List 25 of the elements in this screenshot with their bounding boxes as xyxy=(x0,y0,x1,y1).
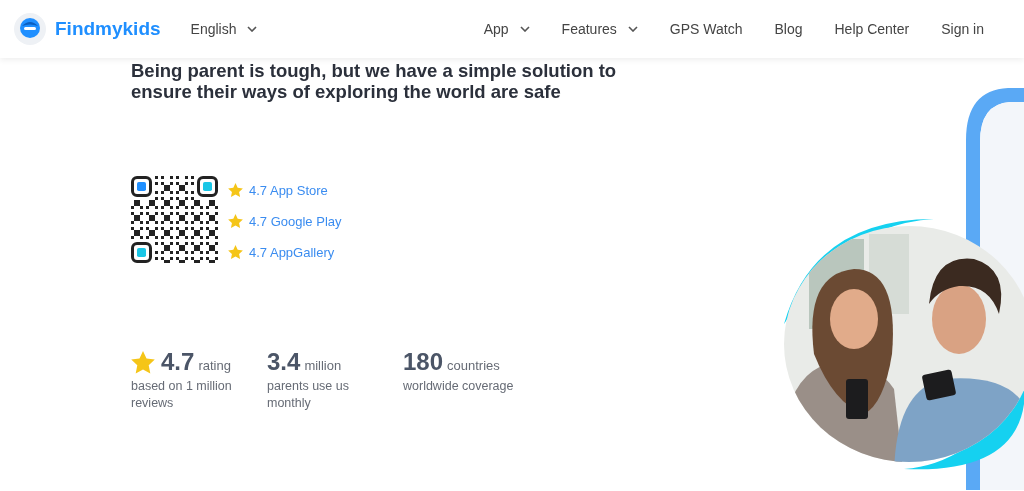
language-selector[interactable]: English xyxy=(188,17,259,41)
store-rating-link[interactable]: 4.7 App Store xyxy=(249,181,328,200)
nav-menu[interactable]: App xyxy=(483,21,530,37)
nav-link[interactable]: Help Center xyxy=(834,21,910,37)
stat-value: 3.4 xyxy=(267,348,301,376)
stat-description: worldwide coverage xyxy=(403,378,515,395)
star-icon xyxy=(228,214,243,229)
store-rating-link[interactable]: 4.7 AppGallery xyxy=(249,243,335,262)
headline-text: Being parent is tough, but we have a simple solution to xyxy=(131,60,618,81)
caret-icon xyxy=(246,26,257,32)
nav-link[interactable]: GPS Watch xyxy=(669,21,743,37)
stat-unit: countries xyxy=(447,358,500,373)
nav-link[interactable]: Sign in xyxy=(941,21,984,37)
logo-icon[interactable] xyxy=(13,12,47,46)
star-icon xyxy=(228,245,243,260)
stat-value: 4.7 xyxy=(161,348,195,376)
star-icon xyxy=(228,183,243,198)
stat-unit: million xyxy=(304,358,342,373)
nav-link[interactable]: Blog xyxy=(774,21,803,37)
stat-description: based on 1 million reviews xyxy=(131,378,233,412)
stat-value: 180 xyxy=(403,348,444,376)
stat-description: parents use us monthly xyxy=(267,378,350,412)
nav-menu[interactable]: Features xyxy=(561,21,638,37)
stat-unit: rating xyxy=(198,358,231,373)
headline-text: ensure their ways of exploring the world are safe xyxy=(131,81,562,102)
